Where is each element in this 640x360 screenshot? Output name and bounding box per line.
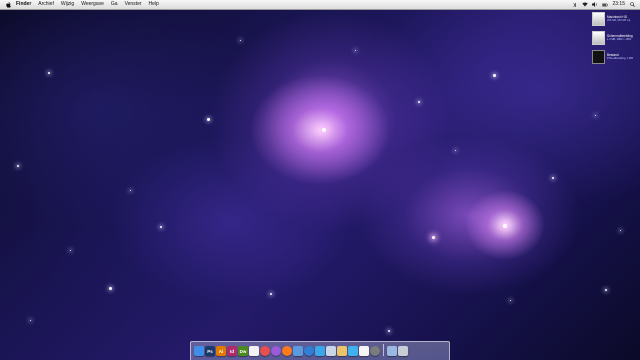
menu-wijzig[interactable]: Wijzig xyxy=(61,0,74,9)
desktop-item-meta: 1.3 MB, 2880 × 1800 xyxy=(607,38,632,41)
mail-icon[interactable] xyxy=(293,346,303,356)
trash-icon[interactable] xyxy=(398,346,408,356)
desktop-items: Macintosh HD 250 GB, 183 GB vrij Scherma… xyxy=(592,10,638,67)
menu-archief[interactable]: Archief xyxy=(38,0,54,9)
menu-weergave[interactable]: Weergave xyxy=(81,0,104,9)
photoshop-icon[interactable]: Ps xyxy=(205,346,215,356)
image-file-icon xyxy=(592,49,605,64)
desktop[interactable]: Finder Archief Wijzig Weergave Ga Venste… xyxy=(0,0,640,360)
menu-extras: 23:15 xyxy=(572,0,640,9)
indesign-icon[interactable]: Id xyxy=(227,346,237,356)
documents-folder-icon[interactable] xyxy=(387,346,397,356)
menu-help[interactable]: Help xyxy=(149,0,159,9)
system-preferences-icon[interactable] xyxy=(370,346,380,356)
twitter-icon[interactable] xyxy=(315,346,325,356)
bluetooth-icon[interactable] xyxy=(572,1,578,8)
illustrator-icon[interactable]: Ai xyxy=(216,346,226,356)
dock-icons: Ps Ai Id Dw xyxy=(194,342,448,356)
messages-icon[interactable] xyxy=(348,346,358,356)
photos-icon[interactable] xyxy=(260,346,270,356)
desktop-item-hard-drive[interactable]: Macintosh HD 250 GB, 183 GB vrij xyxy=(592,10,638,27)
dreamweaver-icon[interactable]: Dw xyxy=(238,346,248,356)
safari-icon[interactable] xyxy=(304,346,314,356)
wallpaper-stars xyxy=(0,0,640,360)
menu-ga[interactable]: Ga xyxy=(111,0,118,9)
menu-clock[interactable]: 23:15 xyxy=(612,0,625,9)
wifi-icon[interactable] xyxy=(582,2,589,8)
desktop-item-meta: PNG-afbeelding, 1 MB xyxy=(607,57,633,60)
desktop-item-meta: 250 GB, 183 GB vrij xyxy=(607,19,631,22)
firefox-icon[interactable] xyxy=(282,346,292,356)
volume-icon[interactable] xyxy=(592,2,598,8)
desktop-item-screenshot[interactable]: Schermafbeelding 1.3 MB, 2880 × 1800 xyxy=(592,29,638,46)
pages-icon[interactable] xyxy=(249,346,259,356)
menu-app-finder[interactable]: Finder xyxy=(16,0,31,9)
calendar-icon[interactable] xyxy=(359,346,369,356)
preview-icon[interactable] xyxy=(326,346,336,356)
hard-drive-icon xyxy=(592,11,605,26)
menu-venster[interactable]: Venster xyxy=(125,0,142,9)
itunes-icon[interactable] xyxy=(271,346,281,356)
dock-separator xyxy=(383,344,384,356)
menu-bar: Finder Archief Wijzig Weergave Ga Venste… xyxy=(0,0,640,10)
finder-icon[interactable] xyxy=(194,346,204,356)
apple-menu-icon[interactable] xyxy=(6,1,12,8)
battery-icon[interactable] xyxy=(602,2,609,8)
notes-icon[interactable] xyxy=(337,346,347,356)
screenshot-file-icon xyxy=(592,30,605,45)
spotlight-icon[interactable] xyxy=(629,2,635,8)
desktop-item-image[interactable]: Bestand PNG-afbeelding, 1 MB xyxy=(592,48,638,65)
